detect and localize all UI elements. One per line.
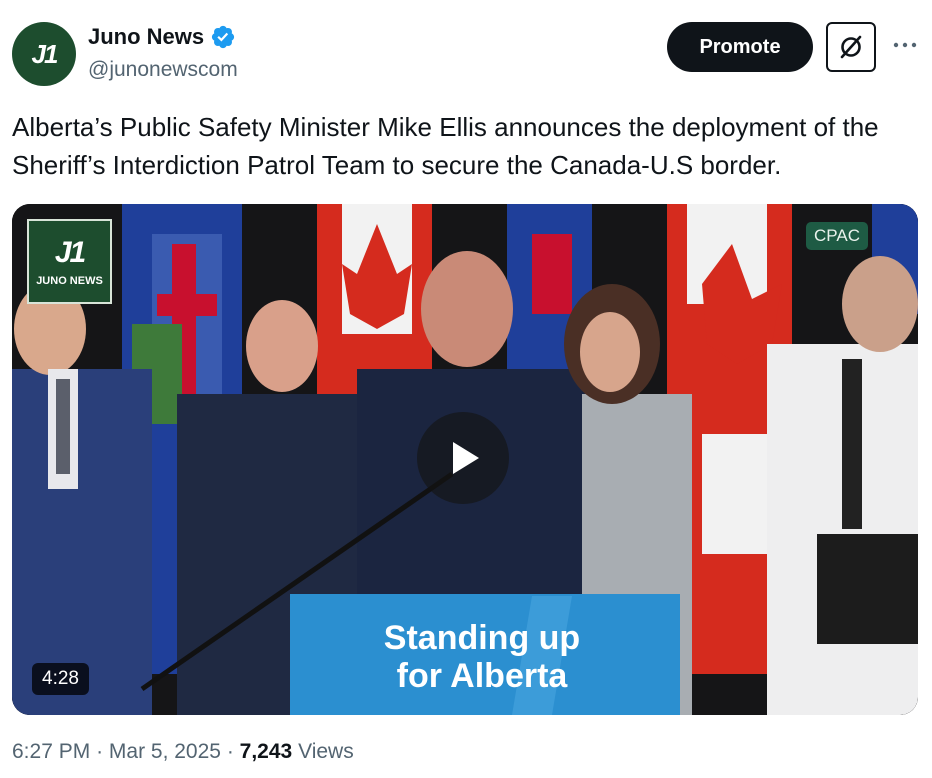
- video-duration: 4:28: [32, 663, 89, 695]
- tweet-time[interactable]: 6:27 PM: [12, 740, 90, 763]
- promote-button[interactable]: Promote: [667, 22, 813, 72]
- podium-sign: Standing up for Alberta: [302, 619, 662, 695]
- podium-line-1: Standing up: [383, 619, 581, 657]
- views-count: 7,243: [239, 740, 293, 763]
- verified-badge-icon: [212, 25, 235, 49]
- avatar-logo: J1: [31, 38, 59, 69]
- juno-news-watermark: J1 JUNO NEWS: [27, 219, 112, 304]
- video-player[interactable]: J1 JUNO NEWS CPAC Standing up for Albert…: [12, 204, 918, 715]
- grok-button[interactable]: [826, 22, 876, 72]
- author-name[interactable]: Juno News: [88, 24, 236, 50]
- tweet-meta: 6:27 PM · Mar 5, 2025 · 7,243 Views: [12, 740, 354, 764]
- meta-separator: ·: [96, 740, 104, 763]
- play-button[interactable]: [417, 412, 509, 504]
- more-button[interactable]: [890, 30, 920, 60]
- grok-icon: [840, 35, 862, 59]
- tweet-date[interactable]: Mar 5, 2025: [109, 740, 221, 763]
- avatar[interactable]: J1: [12, 22, 76, 86]
- tweet-header: J1 Juno News @junonewscom Promote: [12, 20, 920, 90]
- play-icon: [453, 442, 479, 474]
- watermark-text: JUNO NEWS: [36, 274, 103, 287]
- more-icon: [893, 42, 917, 48]
- watermark-mark: J1: [54, 235, 86, 269]
- podium-line-2: for Alberta: [396, 657, 568, 695]
- views-label: Views: [298, 740, 354, 763]
- tweet-text: Alberta’s Public Safety Minister Mike El…: [12, 112, 879, 180]
- author-name-text: Juno News: [88, 24, 205, 49]
- channel-badge: CPAC: [806, 222, 868, 250]
- meta-separator: ·: [226, 740, 234, 763]
- author-handle[interactable]: @junonewscom: [88, 58, 238, 82]
